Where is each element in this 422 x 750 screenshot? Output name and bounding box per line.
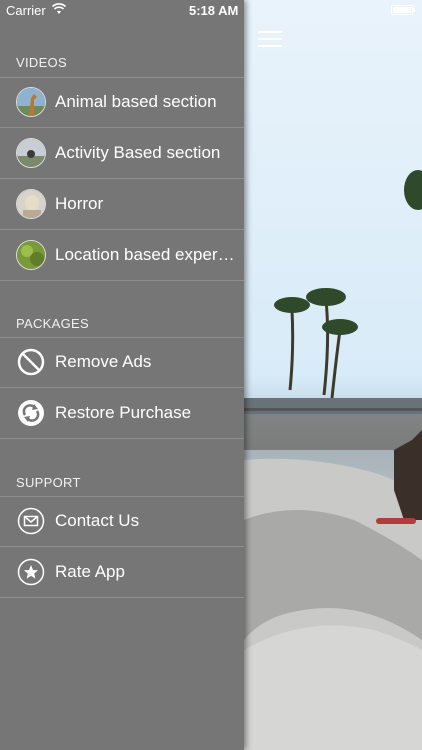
hamburger-menu-button[interactable] — [258, 29, 282, 49]
menu-item-label: Remove Ads — [55, 352, 152, 371]
menu-item-rate-app[interactable]: Rate App — [0, 547, 244, 598]
mail-icon — [17, 507, 45, 535]
no-ads-icon — [17, 348, 45, 376]
star-icon — [17, 558, 45, 586]
menu-item-location-based-experiences[interactable]: Location based experiences — [0, 230, 244, 281]
menu-item-activity-based-section[interactable]: Activity Based section — [0, 128, 244, 179]
menu-item-animal-based-section[interactable]: Animal based section — [0, 77, 244, 128]
clock: 5:18 AM — [189, 3, 239, 18]
location-thumbnail-icon — [16, 240, 46, 270]
menu-item-label: Restore Purchase — [55, 403, 192, 422]
carrier-label: Carrier — [6, 3, 46, 18]
menu-item-remove-ads[interactable]: Remove Ads — [0, 337, 244, 388]
main-content[interactable] — [244, 0, 422, 750]
menu-item-label: Rate App — [55, 562, 125, 581]
horror-thumbnail-icon — [16, 189, 46, 219]
restore-icon — [18, 400, 44, 426]
status-bar: Carrier 5:18 AM — [0, 0, 422, 22]
menu-item-contact-us[interactable]: Contact Us — [0, 496, 244, 547]
battery-icon — [391, 5, 415, 15]
menu-item-label: Animal based section — [55, 92, 217, 111]
skatepark-background-image — [244, 170, 422, 750]
menu-item-label: Horror — [55, 194, 104, 213]
menu-item-restore-purchase[interactable]: Restore Purchase — [0, 388, 244, 439]
packages-section-header: PACKAGES — [16, 316, 89, 331]
giraffe-thumbnail-icon — [16, 87, 46, 117]
menu-item-label: Location based experiences — [55, 245, 238, 264]
support-section-header: SUPPORT — [16, 475, 81, 490]
side-drawer: VIDEOS Animal based section Activity Bas… — [0, 0, 244, 750]
activity-thumbnail-icon — [16, 138, 46, 168]
menu-item-label: Contact Us — [55, 511, 140, 530]
wifi-icon — [52, 3, 66, 14]
menu-item-label: Activity Based section — [55, 143, 221, 162]
menu-item-horror[interactable]: Horror — [0, 179, 244, 230]
videos-section-header: VIDEOS — [16, 55, 67, 70]
